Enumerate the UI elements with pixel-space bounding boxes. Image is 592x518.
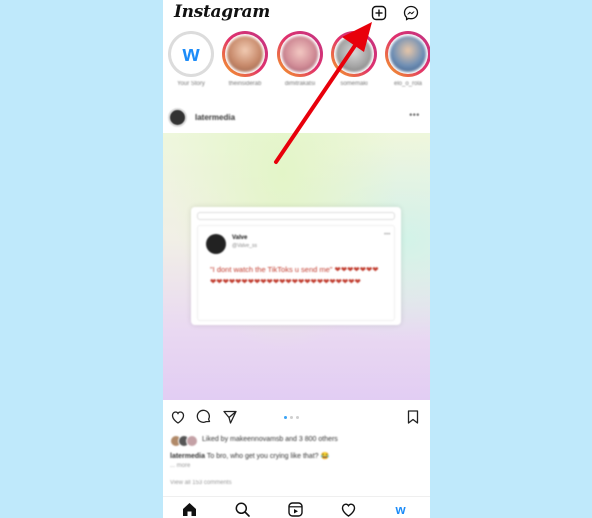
story-label: somemaki: [340, 81, 368, 87]
reels-icon[interactable]: [287, 501, 304, 518]
story-avatar: [336, 36, 372, 72]
tweet-text: "I dont watch the TikToks u send me" ❤❤❤…: [210, 265, 379, 286]
story-ring: [222, 31, 268, 77]
story-avatar: [282, 36, 318, 72]
story-item[interactable]: theinsiderab: [219, 30, 271, 94]
home-icon[interactable]: [181, 501, 198, 518]
messenger-icon[interactable]: [403, 5, 419, 21]
post-username[interactable]: latermedia: [195, 113, 235, 122]
carousel-dots: [284, 416, 314, 420]
more-horizontal-icon[interactable]: •••: [409, 110, 420, 121]
story-label: Your Story: [177, 81, 205, 87]
tweet-screenshot: Valve @Valve_ss ••• "I dont watch the Ti…: [191, 207, 401, 325]
story-ring: [331, 31, 377, 77]
stories-tray: w Your Story theinsiderab dimitrakatsi s…: [163, 30, 430, 94]
story-your-story[interactable]: w Your Story: [165, 30, 217, 94]
story-item[interactable]: elo_o_rola: [382, 30, 430, 94]
view-comments-link[interactable]: View all 153 comments: [170, 480, 232, 486]
tweet-name: Valve: [232, 235, 248, 241]
search-icon[interactable]: [234, 501, 251, 518]
tweet-handle: @Valve_ss: [232, 243, 257, 249]
story-item[interactable]: dimitrakatsi: [274, 30, 326, 94]
post-image[interactable]: Valve @Valve_ss ••• "I dont watch the Ti…: [163, 133, 430, 400]
caption-text: To bro, who get you crying like that? 😂: [206, 453, 330, 460]
story-avatar: [390, 36, 426, 72]
tweet-box: Valve @Valve_ss ••• "I dont watch the Ti…: [197, 225, 395, 321]
share-icon[interactable]: [222, 409, 238, 425]
heart-icon[interactable]: [170, 409, 186, 425]
liked-by-text: Liked by makeennovamsb and 3 800 others: [202, 436, 338, 443]
liked-by-row[interactable]: Liked by makeennovamsb and 3 800 others: [170, 435, 425, 447]
story-label: elo_o_rola: [393, 81, 423, 87]
story-label: dimitrakatsi: [284, 81, 316, 87]
tweet-more-icon: •••: [384, 232, 391, 238]
post-header: latermedia •••: [163, 105, 430, 131]
post-author-avatar[interactable]: [168, 108, 187, 127]
tweet-top-bar: [197, 212, 395, 220]
bottom-nav: w: [163, 496, 430, 518]
heart-icon[interactable]: [340, 501, 357, 518]
plus-square-icon[interactable]: [371, 5, 387, 21]
story-label: theinsiderab: [228, 81, 262, 87]
liker-avatar: [186, 435, 198, 447]
story-ring: [277, 31, 323, 77]
story-ring: [385, 31, 430, 77]
story-item[interactable]: somemaki: [328, 30, 380, 94]
story-ring: w: [168, 31, 214, 77]
top-bar: Instagram: [163, 0, 430, 26]
caption-more-link[interactable]: ... more: [170, 463, 190, 469]
post-actions: [163, 405, 430, 429]
profile-avatar[interactable]: w: [392, 501, 409, 518]
caption-username[interactable]: latermedia: [170, 453, 205, 460]
tweet-avatar: [206, 234, 226, 254]
bookmark-icon[interactable]: [405, 409, 421, 425]
story-avatar: [227, 36, 263, 72]
instagram-app: Instagram w Your Story theinsiderab dimi…: [163, 0, 430, 518]
comment-icon[interactable]: [196, 409, 212, 425]
profile-w-logo: w: [182, 41, 200, 66]
post-caption: latermedia To bro, who get you crying li…: [170, 452, 425, 460]
instagram-logo[interactable]: Instagram: [174, 2, 270, 22]
